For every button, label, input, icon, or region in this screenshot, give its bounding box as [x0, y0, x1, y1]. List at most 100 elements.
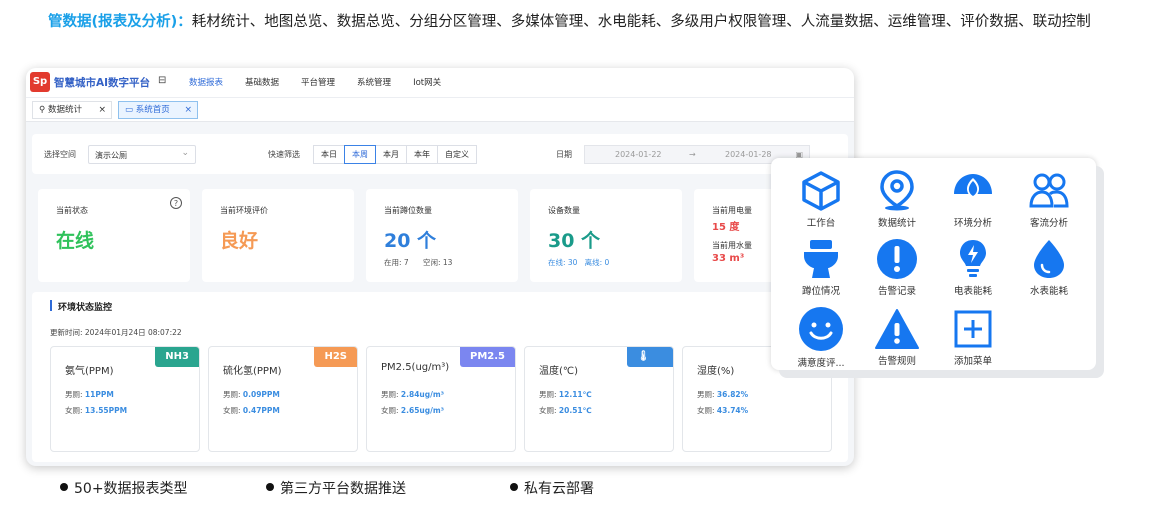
card-current-status: 当前状态 ? 在线	[38, 189, 190, 282]
space-select[interactable]: 演示公厕 ⌄	[88, 145, 196, 164]
male-label: 男厕:	[539, 390, 557, 399]
pits-value: 20 个	[384, 230, 437, 252]
menu-item-env-analysis[interactable]: 环境分析	[935, 170, 1011, 229]
menu-item-add-menu[interactable]: 添加菜单	[935, 308, 1011, 367]
tab-data-stats[interactable]: ⚲ 数据统计 ×	[32, 101, 112, 119]
female-value: 20.51℃	[558, 406, 592, 415]
menu-item-label: 数据统计	[877, 218, 916, 229]
env-monitor-title: 环境状态监控	[58, 303, 113, 313]
env-eval-value: 良好	[220, 230, 259, 252]
male-value: 2.84ug/m³	[400, 390, 444, 399]
female-label: 女厕:	[223, 406, 241, 415]
arrow-right-icon: →	[689, 150, 696, 159]
close-icon[interactable]: ×	[98, 102, 106, 119]
female-value: 0.47PPM	[242, 406, 280, 415]
male-label: 男厕:	[223, 390, 241, 399]
main-nav: 数据报表 基础数据 平台管理 系统管理 Iot网关	[189, 76, 441, 88]
nav-item-iot-gateway[interactable]: Iot网关	[413, 76, 441, 88]
menu-item-workbench[interactable]: 工作台	[783, 170, 859, 229]
menu-item-label: 环境分析	[953, 218, 992, 229]
sensor-card-pm25: PM2.5(ug/m³) PM2.5 男厕: 2.84ug/m³ 女厕: 2.6…	[366, 346, 516, 452]
tab-system-home[interactable]: ▭ 系统首页 ×	[118, 101, 198, 119]
menu-item-data-stats[interactable]: 数据统计	[859, 170, 935, 229]
map-pin-icon: ⚲	[39, 105, 46, 115]
pits-sub: 在用: 7 空闲: 13	[384, 258, 453, 267]
sensor-female: 女厕: 20.51℃	[539, 405, 592, 416]
space-select-value: 演示公厕	[95, 151, 127, 160]
bullet-dot	[60, 483, 68, 491]
help-icon[interactable]: ?	[170, 197, 182, 209]
alert-circle-icon	[877, 239, 917, 279]
bullet-data-push: 第三方平台数据推送	[266, 478, 406, 498]
quick-filter-month[interactable]: 本月	[375, 145, 407, 164]
sensor-card-h2s: 硫化氢(PPM) H2S 男厕: 0.09PPM 女厕: 0.47PPM	[208, 346, 358, 452]
close-icon[interactable]: ×	[184, 102, 192, 119]
warning-triangle-icon	[875, 309, 919, 349]
devices-offline: 离线: 0	[584, 258, 610, 267]
female-label: 女厕:	[539, 406, 557, 415]
quick-filter-label: 快速筛选	[268, 150, 300, 159]
menu-item-label: 蹲位情况	[801, 286, 840, 297]
sensor-tag: NH3	[155, 347, 199, 367]
intro-features: 耗材统计、地图总览、数据总览、分组分区管理、多媒体管理、水电能耗、多级用户权限管…	[191, 14, 1091, 30]
app-title: 智慧城市AI数字平台	[54, 77, 151, 89]
bullet-text: 50+数据报表类型	[74, 481, 188, 497]
menu-item-label: 工作台	[806, 218, 836, 229]
intro-heading: 管数据(报表及分析)：	[48, 14, 192, 30]
nav-item-platform[interactable]: 平台管理	[301, 76, 335, 88]
menu-item-pit-status[interactable]: 蹲位情况	[783, 238, 859, 297]
menu-item-label: 水表能耗	[1029, 286, 1068, 297]
menu-item-alarm-rules[interactable]: 告警规则	[859, 308, 935, 367]
quick-filter-today[interactable]: 本日	[313, 145, 345, 164]
sensor-male: 男厕: 11PPM	[65, 389, 114, 400]
sensor-name: 温度(℃)	[539, 366, 579, 377]
app-window: Sp 智慧城市AI数字平台 ⊟ 数据报表 基础数据 平台管理 系统管理 Iot网…	[26, 68, 854, 466]
nav-item-reports[interactable]: 数据报表	[189, 76, 223, 88]
nav-item-system[interactable]: 系统管理	[357, 76, 391, 88]
tab-label: 数据统计	[47, 105, 82, 115]
quick-filter-week[interactable]: 本周	[344, 145, 376, 164]
sensor-female: 女厕: 0.47PPM	[223, 405, 280, 416]
devices-value: 30 个	[548, 230, 601, 252]
bullet-dot	[266, 483, 274, 491]
sensor-female: 女厕: 13.55PPM	[65, 405, 127, 416]
map-pin-icon	[880, 170, 914, 211]
bullet-dot	[510, 483, 518, 491]
card-devices: 设备数量 30 个 在线: 30 离线: 0	[530, 189, 682, 282]
sensor-male: 男厕: 0.09PPM	[223, 389, 280, 400]
female-label: 女厕:	[697, 406, 715, 415]
section-accent-bar	[50, 300, 52, 311]
menu-item-traffic-analysis[interactable]: 客流分析	[1011, 170, 1087, 229]
lotus-icon	[954, 174, 992, 198]
nav-item-basic-data[interactable]: 基础数据	[245, 76, 279, 88]
quick-filter-custom[interactable]: 自定义	[437, 145, 477, 164]
water-drop-icon	[1034, 240, 1064, 278]
sensor-male: 男厕: 36.82%	[697, 389, 748, 400]
menu-item-alarm-log[interactable]: 告警记录	[859, 238, 935, 297]
card-pits: 当前蹲位数量 20 个 在用: 7 空闲: 13	[366, 189, 518, 282]
bulb-icon	[960, 240, 986, 277]
card-title: 当前蹲位数量	[384, 206, 432, 215]
female-value: 13.55PPM	[84, 406, 128, 415]
space-label: 选择空间	[44, 150, 76, 159]
menu-item-water-meter[interactable]: 水表能耗	[1011, 238, 1087, 297]
female-value: 43.74%	[716, 406, 749, 415]
devices-sub: 在线: 30 离线: 0	[548, 257, 609, 268]
male-value: 36.82%	[716, 390, 749, 399]
tab-bar: ⚲ 数据统计 × ▭ 系统首页 ×	[26, 98, 854, 122]
card-env-eval: 当前环境评价 良好	[202, 189, 354, 282]
app-logo: Sp	[30, 72, 50, 92]
water-title: 当前用水量	[712, 241, 752, 250]
bullet-text: 私有云部署	[524, 481, 594, 497]
quick-filter-year[interactable]: 本年	[406, 145, 438, 164]
male-value: 0.09PPM	[242, 390, 280, 399]
menu-item-satisfaction[interactable]: 满意度评...	[783, 306, 859, 369]
date-start: 2024-01-22	[615, 150, 662, 159]
power-value: 15 度	[712, 222, 740, 233]
menu-toggle-icon[interactable]: ⊟	[158, 75, 166, 86]
sensor-card-temperature: 温度(℃) 🌡 男厕: 12.11℃ 女厕: 20.51℃	[524, 346, 674, 452]
card-title: 当前环境评价	[220, 206, 268, 215]
sensor-female: 女厕: 2.65ug/m³	[381, 405, 444, 416]
menu-item-electric-meter[interactable]: 电表能耗	[935, 238, 1011, 297]
cube-icon	[802, 171, 840, 211]
